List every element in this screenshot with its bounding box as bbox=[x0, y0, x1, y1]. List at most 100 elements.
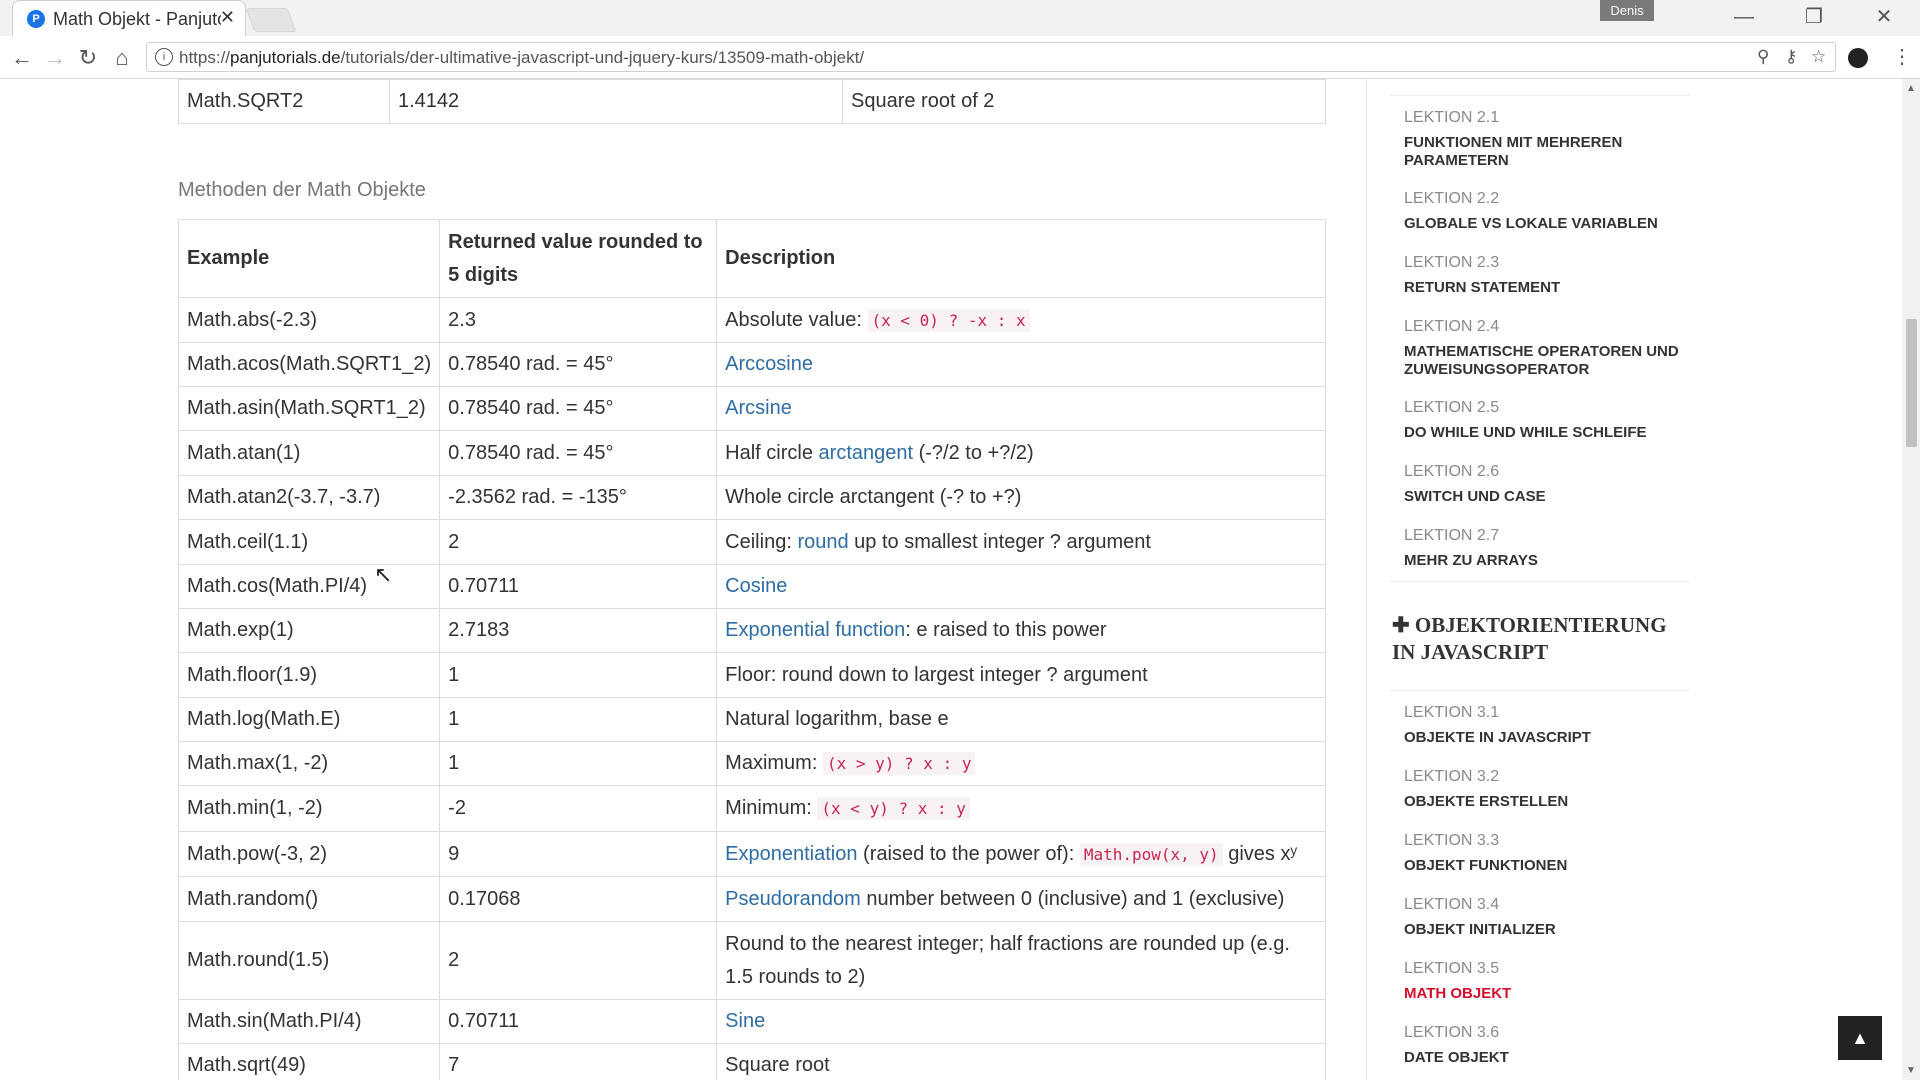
lesson-link[interactable]: LEKTION 2.4 MATHEMATISCHE OPERATOREN UND … bbox=[1404, 318, 1710, 379]
divider bbox=[1390, 95, 1690, 96]
table-row: Math.log(Math.E) 1 Natural logarithm, base… bbox=[177, 697, 1326, 742]
forward-icon[interactable]: → bbox=[41, 44, 69, 72]
lesson-link[interactable]: LEKTION 3.3 OBJEKT FUNKTIONEN bbox=[1404, 832, 1567, 875]
profile-badge[interactable]: Denis bbox=[1600, 0, 1654, 21]
description-cell: Round to the nearest integer; half fract… bbox=[716, 921, 1326, 1000]
section-title: Methoden der Math Objekte bbox=[178, 179, 426, 201]
lesson-link[interactable]: LEKTION 2.6 SWITCH UND CASE bbox=[1404, 463, 1546, 506]
browser-tab[interactable]: P Math Objekt - Panjutorials ✕ bbox=[12, 0, 246, 36]
description-cell: Maximum: (x > y) ? x : y bbox=[716, 741, 1326, 786]
lesson-number: LEKTION 2.3 bbox=[1404, 254, 1500, 271]
description-link[interactable]: Exponentiation bbox=[725, 843, 857, 865]
example-cell: Math.log(Math.E) bbox=[177, 697, 441, 742]
bookmark-star-icon[interactable]: ☆ bbox=[1811, 47, 1826, 67]
sidebar-divider bbox=[1366, 79, 1367, 1080]
description-link[interactable]: Arccosine bbox=[725, 353, 813, 375]
value-cell: 9 bbox=[439, 831, 718, 877]
lesson-title: RETURN STATEMENT bbox=[1404, 279, 1561, 296]
description-cell: Half circle arctangent (-?/2 to +?/2) bbox=[716, 430, 1326, 476]
zoom-icon[interactable]: ⚲ bbox=[1757, 47, 1769, 67]
lesson-number: LEKTION 2.5 bbox=[1404, 399, 1500, 416]
url-text: https://panjutorials.de/tutorials/der-ul… bbox=[179, 48, 865, 67]
lesson-link[interactable]: LEKTION 2.2 GLOBALE VS LOKALE VARIABLEN bbox=[1404, 190, 1658, 233]
lesson-title: DO WHILE UND WHILE SCHLEIFE bbox=[1404, 424, 1647, 441]
back-icon[interactable]: ← bbox=[8, 44, 36, 72]
value-cell: -2.3562 rad. = -135° bbox=[439, 475, 718, 520]
code-snippet: (x < 0) ? -x : x bbox=[867, 308, 1030, 332]
lesson-link[interactable]: LEKTION 2.7 MEHR ZU ARRAYS bbox=[1404, 527, 1538, 570]
section-heading[interactable]: ✚ OBJEKTORIENTIERUNG IN JAVASCRIPT bbox=[1392, 612, 1692, 666]
description-cell: Floor: round down to largest integer ? a… bbox=[716, 652, 1326, 698]
description-link[interactable]: Cosine bbox=[725, 575, 787, 597]
lesson-number: LEKTION 3.6 bbox=[1404, 1024, 1500, 1041]
lesson-title: OBJEKTE IN JAVASCRIPT bbox=[1404, 729, 1591, 746]
description-cell: Ceiling: round up to smallest integer ? … bbox=[716, 519, 1326, 565]
value-cell: 0.78540 rad. = 45° bbox=[439, 430, 718, 476]
lesson-number: LEKTION 3.1 bbox=[1404, 704, 1500, 721]
lesson-number: LEKTION 3.5 bbox=[1404, 960, 1500, 977]
reload-icon[interactable]: ↻ bbox=[74, 44, 102, 72]
value-cell: 0.78540 rad. = 45° bbox=[439, 386, 718, 431]
lesson-link[interactable]: LEKTION 2.1 FUNKTIONEN MIT MEHREREN PARAM… bbox=[1404, 109, 1710, 170]
description-cell: Exponentiation (raised to the power of):… bbox=[716, 831, 1326, 877]
value-cell: 2 bbox=[439, 921, 718, 1000]
scroll-down-icon[interactable]: ▼ bbox=[1906, 1065, 1916, 1076]
lesson-title: MEHR ZU ARRAYS bbox=[1404, 552, 1538, 569]
column-header: Returned value rounded to 5 digits bbox=[439, 219, 718, 298]
extension-icon[interactable] bbox=[1848, 48, 1868, 68]
value-cell: 2.7183 bbox=[439, 608, 718, 653]
example-cell: Math.ceil(1.1) bbox=[177, 519, 441, 565]
lesson-link[interactable]: LEKTION 3.5 MATH OBJEKT bbox=[1404, 960, 1511, 1003]
value-cell: 1 bbox=[439, 697, 718, 742]
description-text: (raised to the power of): bbox=[857, 842, 1080, 865]
lesson-link[interactable]: LEKTION 2.3 RETURN STATEMENT bbox=[1404, 254, 1560, 297]
divider bbox=[1390, 690, 1690, 691]
column-header: Example bbox=[177, 219, 441, 298]
lesson-title: MATH OBJEKT bbox=[1404, 985, 1512, 1002]
lesson-link[interactable]: LEKTION 2.5 DO WHILE UND WHILE SCHLEIFE bbox=[1404, 399, 1647, 442]
description-text: Round to the nearest integer; half fract… bbox=[725, 932, 1290, 988]
description-link[interactable]: arctangent bbox=[819, 442, 914, 464]
description-text: Square root bbox=[725, 1054, 830, 1076]
scroll-up-icon[interactable]: ▲ bbox=[1906, 83, 1916, 94]
description-text: gives xʸ bbox=[1222, 842, 1297, 865]
info-icon[interactable]: i bbox=[155, 48, 173, 66]
page-content: Math.SQRT2 1.4142 Square root of 2 Metho… bbox=[0, 79, 1902, 1080]
description-link[interactable]: Exponential function bbox=[725, 619, 905, 641]
lesson-link[interactable]: LEKTION 3.6 DATE OBJEKT bbox=[1404, 1024, 1509, 1067]
back-to-top-button[interactable]: ▲ bbox=[1838, 1016, 1882, 1060]
value-cell: 0.70711 bbox=[439, 564, 718, 609]
value-cell: 0.70711 bbox=[439, 999, 718, 1044]
lesson-link[interactable]: LEKTION 3.2 OBJEKTE ERSTELLEN bbox=[1404, 768, 1568, 811]
minimize-icon[interactable]: — bbox=[1724, 2, 1764, 32]
description-link[interactable]: round bbox=[797, 531, 848, 553]
address-bar[interactable]: i https://panjutorials.de/tutorials/der-… bbox=[146, 42, 1836, 72]
plus-icon: ✚ bbox=[1392, 613, 1415, 637]
home-icon[interactable]: ⌂ bbox=[108, 44, 136, 72]
menu-icon[interactable]: ⋮ bbox=[1892, 44, 1912, 69]
description-link[interactable]: Pseudorandom bbox=[725, 888, 861, 910]
example-cell: Math.pow(-3, 2) bbox=[177, 831, 441, 877]
description-link[interactable]: Sine bbox=[725, 1010, 765, 1032]
description-link[interactable]: Arcsine bbox=[725, 397, 792, 419]
lesson-link[interactable]: LEKTION 3.4 OBJEKT INITIALIZER bbox=[1404, 896, 1556, 939]
example-cell: Math.atan(1) bbox=[177, 430, 441, 476]
table-row: Math.pow(-3, 2) 9 Exponentiation (raised t… bbox=[177, 831, 1326, 877]
key-icon[interactable]: ⚷ bbox=[1785, 47, 1797, 67]
description-cell: Exponential function: e raised to this p… bbox=[716, 608, 1326, 653]
restore-icon[interactable]: ❐ bbox=[1794, 2, 1834, 32]
example-cell: Math.abs(-2.3) bbox=[177, 297, 441, 343]
new-tab-button[interactable] bbox=[245, 8, 297, 32]
scrollbar[interactable]: ▲ ▼ bbox=[1902, 79, 1920, 1080]
close-window-icon[interactable]: ✕ bbox=[1864, 2, 1904, 32]
lesson-link[interactable]: LEKTION 3.1 OBJEKTE IN JAVASCRIPT bbox=[1404, 704, 1591, 747]
description-text: up to smallest integer ? argument bbox=[848, 530, 1151, 553]
lesson-title: OBJEKTE ERSTELLEN bbox=[1404, 793, 1569, 810]
description-text: Natural logarithm, base e bbox=[725, 708, 949, 730]
close-tab-icon[interactable]: ✕ bbox=[220, 7, 235, 28]
description-cell: Sine bbox=[716, 999, 1326, 1044]
lesson-number: LEKTION 3.3 bbox=[1404, 832, 1500, 849]
description-text: Half circle bbox=[725, 441, 819, 464]
scroll-thumb[interactable] bbox=[1906, 319, 1917, 447]
table-row: Math.atan(1) 0.78540 rad. = 45° Half circl… bbox=[177, 430, 1326, 476]
